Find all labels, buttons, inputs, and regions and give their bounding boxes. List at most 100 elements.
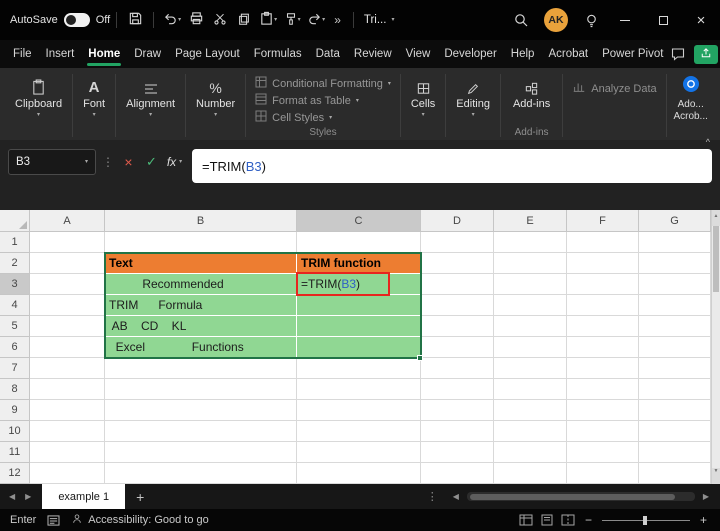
conditional-formatting-button[interactable]: Conditional Formatting ▾ (255, 75, 391, 92)
print-button[interactable] (184, 7, 208, 33)
enter-icon[interactable]: ✓ (143, 149, 160, 175)
cell-D7[interactable] (421, 358, 494, 379)
alignment-group-button[interactable]: Alignment ▾ (117, 71, 184, 140)
cell-A7[interactable] (30, 358, 105, 379)
cell-G9[interactable] (639, 400, 711, 421)
cell-F10[interactable] (567, 421, 639, 442)
cell-G1[interactable] (639, 232, 711, 253)
cell-A6[interactable] (30, 337, 105, 358)
cell-E8[interactable] (494, 379, 567, 400)
cell-A10[interactable] (30, 421, 105, 442)
tab-formulas[interactable]: Formulas (247, 40, 309, 68)
row-header-6[interactable]: 6 (0, 337, 30, 358)
zoom-in-button[interactable]: + (697, 513, 710, 527)
cell-G8[interactable] (639, 379, 711, 400)
cell-A8[interactable] (30, 379, 105, 400)
close-button[interactable]: × (682, 0, 720, 40)
cell-G6[interactable] (639, 337, 711, 358)
sheet-tab-example-1[interactable]: example 1 (42, 484, 125, 509)
cell-A12[interactable] (30, 463, 105, 484)
tab-page-layout[interactable]: Page Layout (168, 40, 247, 68)
cell-D5[interactable] (421, 316, 494, 337)
collapse-ribbon-icon[interactable]: ^ (706, 137, 710, 147)
cells-group-button[interactable]: Cells ▾ (402, 71, 444, 140)
addins-button[interactable]: Add-ins (511, 75, 552, 110)
cell-styles-button[interactable]: Cell Styles ▾ (255, 109, 391, 126)
tab-help[interactable]: Help (504, 40, 542, 68)
hscroll-left-icon[interactable]: ◀ (448, 492, 464, 501)
row-header-2[interactable]: 2 (0, 253, 30, 274)
new-sheet-button[interactable]: + (125, 489, 155, 505)
cell-B6[interactable]: Excel Functions (105, 337, 297, 358)
cell-F2[interactable] (567, 253, 639, 274)
row-header-3[interactable]: 3 (0, 274, 30, 295)
cell-A11[interactable] (30, 442, 105, 463)
row-header-1[interactable]: 1 (0, 232, 30, 253)
acrobat-group[interactable]: Ado... Acrob... (668, 71, 714, 140)
cell-C5[interactable] (297, 316, 421, 337)
tab-home[interactable]: Home (81, 40, 127, 68)
cell-C4[interactable] (297, 295, 421, 316)
cell-D6[interactable] (421, 337, 494, 358)
cell-B4[interactable]: TRIM Formula (105, 295, 297, 316)
name-box[interactable]: B3 ▾ (8, 149, 96, 175)
cell-F12[interactable] (567, 463, 639, 484)
zoom-out-button[interactable]: − (582, 513, 595, 527)
zoom-slider[interactable] (602, 514, 690, 526)
tab-file[interactable]: File (6, 40, 39, 68)
cell-F4[interactable] (567, 295, 639, 316)
cell-E9[interactable] (494, 400, 567, 421)
cell-E4[interactable] (494, 295, 567, 316)
cell-E2[interactable] (494, 253, 567, 274)
sheet-nav-left-icon[interactable]: ◀ (4, 492, 20, 501)
column-header-E[interactable]: E (494, 210, 567, 232)
cell-G2[interactable] (639, 253, 711, 274)
redo-button[interactable]: ▾ (304, 7, 328, 33)
cell-G10[interactable] (639, 421, 711, 442)
cell-C6[interactable] (297, 337, 421, 358)
cell-E10[interactable] (494, 421, 567, 442)
cell-F3[interactable] (567, 274, 639, 295)
row-header-12[interactable]: 12 (0, 463, 30, 484)
cell-F8[interactable] (567, 379, 639, 400)
cell-D2[interactable] (421, 253, 494, 274)
cell-F7[interactable] (567, 358, 639, 379)
row-header-5[interactable]: 5 (0, 316, 30, 337)
cell-B3[interactable]: Recommended (105, 274, 297, 295)
cell-D8[interactable] (421, 379, 494, 400)
number-group-button[interactable]: % Number ▾ (187, 71, 244, 140)
sheet-nav-right-icon[interactable]: ▶ (20, 492, 36, 501)
insert-function-icon[interactable]: fx▾ (166, 149, 183, 175)
column-header-G[interactable]: G (639, 210, 711, 232)
zoom-slider-knob[interactable] (643, 516, 647, 525)
font-group-button[interactable]: A Font ▾ (74, 71, 114, 140)
cell-E3[interactable] (494, 274, 567, 295)
row-header-10[interactable]: 10 (0, 421, 30, 442)
row-header-9[interactable]: 9 (0, 400, 30, 421)
hscroll-right-icon[interactable]: ▶ (698, 492, 714, 501)
column-header-F[interactable]: F (567, 210, 639, 232)
quick-access-overflow-button[interactable]: » (328, 13, 347, 27)
cell-D4[interactable] (421, 295, 494, 316)
cancel-icon[interactable]: × (120, 149, 137, 175)
cell-B2[interactable]: Text (105, 253, 297, 274)
cell-B9[interactable] (105, 400, 297, 421)
row-header-11[interactable]: 11 (0, 442, 30, 463)
row-header-8[interactable]: 8 (0, 379, 30, 400)
share-button[interactable] (694, 45, 718, 64)
comments-icon[interactable] (670, 46, 686, 62)
vertical-scrollbar[interactable] (711, 210, 720, 484)
tab-insert[interactable]: Insert (39, 40, 82, 68)
macro-record-icon[interactable] (47, 515, 60, 526)
row-header-7[interactable]: 7 (0, 358, 30, 379)
cell-A4[interactable] (30, 295, 105, 316)
cell-C12[interactable] (297, 463, 421, 484)
editing-group-button[interactable]: Editing ▾ (447, 71, 499, 140)
document-title[interactable]: Tri...▾ (364, 14, 395, 26)
cell-D12[interactable] (421, 463, 494, 484)
namebox-resize-handle[interactable]: ⋮ (102, 149, 114, 175)
ideas-icon[interactable] (576, 0, 606, 40)
column-header-A[interactable]: A (30, 210, 105, 232)
cell-G3[interactable] (639, 274, 711, 295)
cell-A5[interactable] (30, 316, 105, 337)
